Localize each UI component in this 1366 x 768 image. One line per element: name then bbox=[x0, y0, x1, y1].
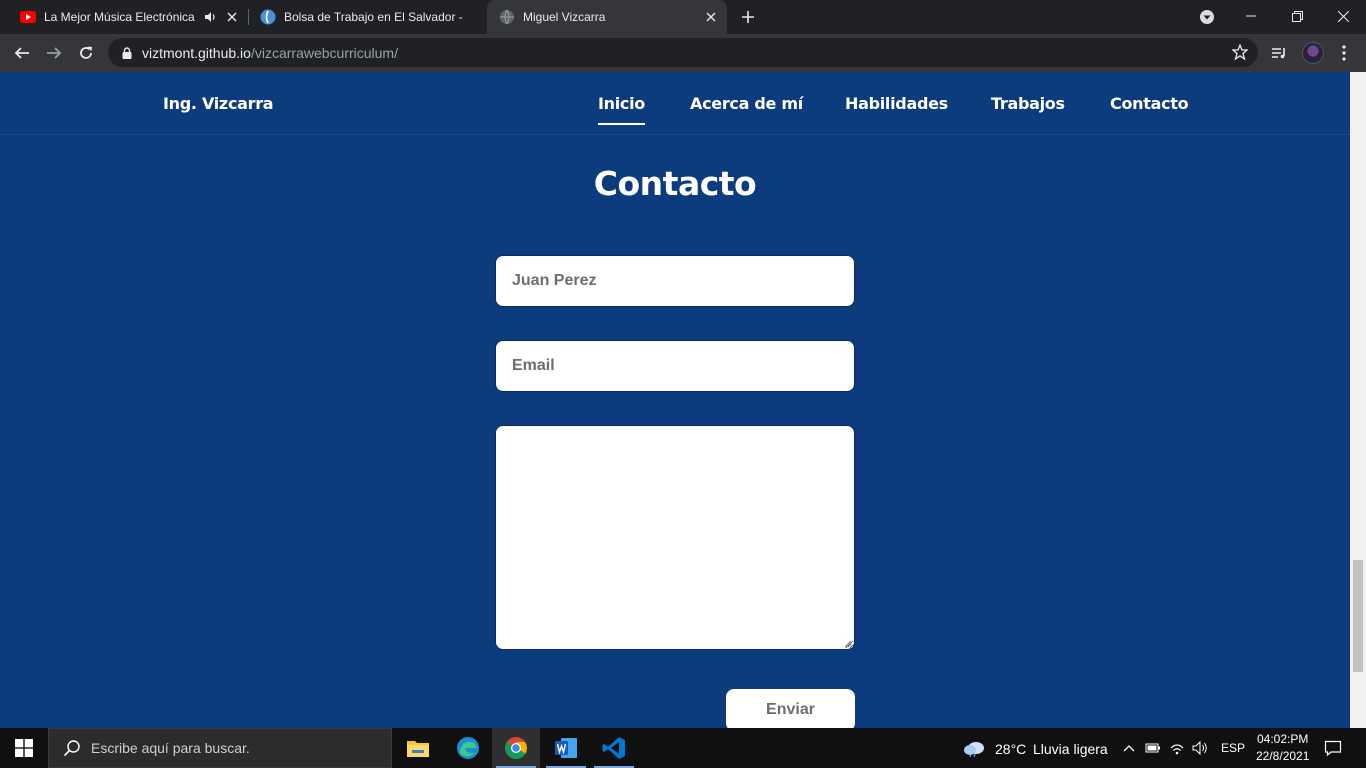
word-icon[interactable] bbox=[542, 728, 590, 768]
scrollbar-thumb[interactable] bbox=[1353, 560, 1363, 672]
contact-section-title: Contacto bbox=[593, 164, 757, 203]
url-text: viztmont.github.io/vizcarrawebcurriculum… bbox=[142, 45, 398, 61]
nav-habilidades[interactable]: Habilidades bbox=[845, 94, 948, 113]
restore-icon[interactable] bbox=[1274, 0, 1320, 32]
reload-icon[interactable] bbox=[72, 39, 100, 67]
message-textarea[interactable] bbox=[495, 425, 855, 650]
forward-icon[interactable] bbox=[40, 39, 68, 67]
wifi-icon[interactable] bbox=[1169, 740, 1185, 756]
page-scrollbar[interactable] bbox=[1350, 72, 1366, 728]
tab-youtube[interactable]: La Mejor Música Electrónica bbox=[8, 0, 248, 34]
new-tab-icon[interactable] bbox=[738, 7, 758, 27]
url-path: /vizcarrawebcurriculum/ bbox=[250, 44, 398, 61]
close-tab-icon[interactable] bbox=[703, 9, 719, 25]
weather-temp[interactable]: 28°C bbox=[995, 741, 1026, 757]
chrome-icon[interactable] bbox=[492, 728, 540, 768]
minimize-icon[interactable] bbox=[1228, 0, 1274, 32]
tab-search-icon[interactable] bbox=[1198, 8, 1216, 26]
weather-cloud-icon[interactable] bbox=[963, 739, 987, 757]
tab-title: Bolsa de Trabajo en El Salvador - bbox=[284, 10, 463, 24]
audio-playing-icon[interactable] bbox=[202, 9, 218, 25]
send-button[interactable]: Enviar bbox=[726, 689, 855, 728]
battery-icon[interactable] bbox=[1145, 740, 1161, 756]
tab-miguel-vizcarra[interactable]: Miguel Vizcarra bbox=[487, 0, 727, 34]
weather-desc[interactable]: Lluvia ligera bbox=[1033, 741, 1108, 757]
menu-kebab-icon[interactable] bbox=[1330, 39, 1358, 67]
nav-trabajos[interactable]: Trabajos bbox=[991, 94, 1065, 113]
site-brand[interactable]: Ing. Vizcarra bbox=[163, 94, 274, 113]
page-viewport: Ing. Vizcarra Inicio Acerca de mí Habili… bbox=[0, 72, 1350, 728]
chevron-up-icon[interactable] bbox=[1121, 740, 1137, 756]
browser-toolbar: viztmont.github.io/vizcarrawebcurriculum… bbox=[0, 34, 1366, 72]
volume-icon[interactable] bbox=[1192, 740, 1208, 756]
url-host: viztmont.github.io bbox=[142, 44, 251, 61]
email-input[interactable] bbox=[495, 340, 855, 392]
tab-title: Miguel Vizcarra bbox=[523, 10, 606, 24]
name-input[interactable] bbox=[495, 255, 855, 307]
input-language[interactable]: ESP bbox=[1221, 741, 1245, 755]
vscode-icon[interactable] bbox=[590, 728, 638, 768]
site-favicon-icon bbox=[260, 9, 276, 25]
clock-date[interactable]: 22/8/2021 bbox=[1256, 749, 1309, 763]
nav-acerca[interactable]: Acerca de mí bbox=[690, 94, 803, 113]
tab-strip: La Mejor Música Electrónica Bolsa de Tra… bbox=[0, 0, 1366, 34]
back-icon[interactable] bbox=[8, 39, 36, 67]
clock-time[interactable]: 04:02:PM bbox=[1257, 732, 1308, 746]
globe-icon bbox=[499, 9, 515, 25]
taskbar-search-box[interactable]: Escribe aquí para buscar. bbox=[48, 728, 392, 768]
tab-bolsa-trabajo[interactable]: Bolsa de Trabajo en El Salvador - bbox=[248, 0, 486, 34]
nav-inicio[interactable]: Inicio bbox=[598, 94, 645, 125]
youtube-icon bbox=[20, 9, 36, 25]
tab-title: La Mejor Música Electrónica bbox=[44, 10, 195, 24]
bookmark-star-icon[interactable] bbox=[1232, 44, 1248, 60]
file-explorer-icon[interactable] bbox=[394, 728, 442, 768]
lock-icon[interactable] bbox=[120, 46, 134, 60]
windows-start-icon[interactable] bbox=[0, 728, 48, 768]
search-placeholder: Escribe aquí para buscar. bbox=[91, 740, 250, 756]
address-bar[interactable]: viztmont.github.io/vizcarrawebcurriculum… bbox=[108, 38, 1258, 67]
notifications-icon[interactable] bbox=[1324, 739, 1342, 757]
site-header: Ing. Vizcarra Inicio Acerca de mí Habili… bbox=[0, 72, 1350, 135]
profile-avatar[interactable] bbox=[1302, 42, 1324, 64]
resize-grip-icon[interactable] bbox=[843, 639, 852, 648]
edge-icon[interactable] bbox=[444, 728, 492, 768]
search-icon bbox=[63, 740, 80, 757]
close-window-icon[interactable] bbox=[1320, 0, 1366, 32]
media-control-icon[interactable] bbox=[1265, 39, 1293, 67]
close-tab-icon[interactable] bbox=[224, 9, 240, 25]
nav-contacto[interactable]: Contacto bbox=[1110, 94, 1189, 113]
taskbar: Escribe aquí para buscar. 28°C Lluvia li… bbox=[0, 728, 1366, 768]
